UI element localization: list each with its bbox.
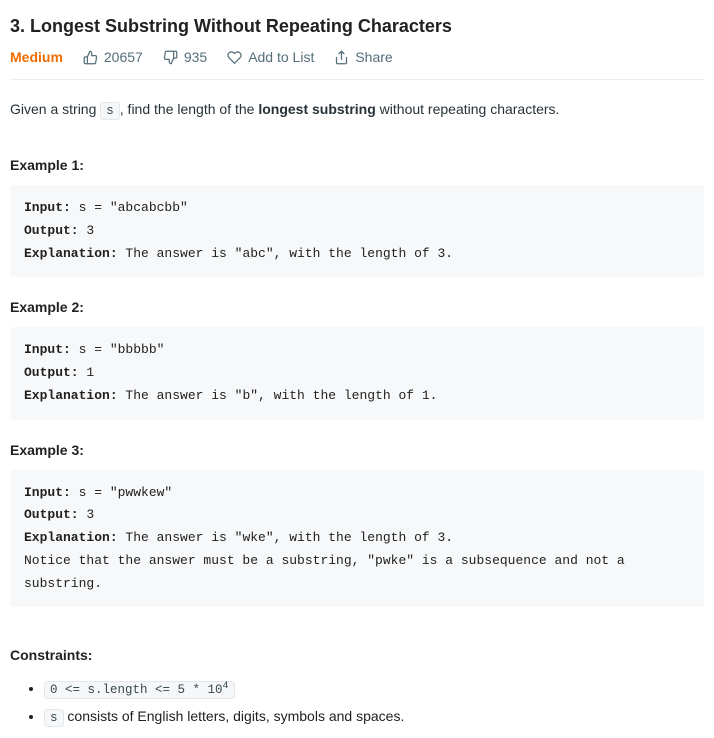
inline-code: s (100, 102, 120, 120)
add-to-list-label: Add to List (248, 49, 314, 65)
example-value: The answer is "b", with the length of 1. (118, 388, 438, 403)
example-block: Input: s = "abcabcbb" Output: 3 Explanat… (10, 185, 704, 277)
constraint-item: s consists of English letters, digits, s… (44, 703, 704, 731)
example-value: 3 (79, 507, 95, 522)
example-label: Input: (24, 342, 71, 357)
example-heading: Example 3: (10, 442, 704, 458)
example-label: Output: (24, 223, 79, 238)
heart-icon (227, 50, 242, 65)
example-label: Explanation: (24, 530, 118, 545)
example-heading: Example 2: (10, 299, 704, 315)
example-value: s = "bbbbb" (71, 342, 165, 357)
example-label: Explanation: (24, 246, 118, 261)
example-value: s = "pwwkew" (71, 485, 172, 500)
share-button[interactable]: Share (334, 49, 392, 65)
example-label: Explanation: (24, 388, 118, 403)
example-value: 1 (79, 365, 95, 380)
page-title: 3. Longest Substring Without Repeating C… (10, 16, 704, 37)
inline-code: s (44, 709, 64, 727)
example-block: Input: s = "bbbbb" Output: 1 Explanation… (10, 327, 704, 419)
inline-code: 0 <= s.length <= 5 * 104 (44, 681, 235, 699)
constraints-list: 0 <= s.length <= 5 * 104 s consists of En… (10, 675, 704, 731)
meta-row: Medium 20657 935 Add to List Share (10, 49, 704, 80)
like-count: 20657 (104, 49, 143, 65)
example-value: The answer is "abc", with the length of … (118, 246, 453, 261)
thumbs-up-icon (83, 50, 98, 65)
dislike-button[interactable]: 935 (163, 49, 207, 65)
problem-description: Given a string s, find the length of the… (10, 98, 704, 121)
example-value: 3 (79, 223, 95, 238)
share-icon (334, 50, 349, 65)
constraints-heading: Constraints: (10, 647, 704, 663)
add-to-list-button[interactable]: Add to List (227, 49, 314, 65)
like-button[interactable]: 20657 (83, 49, 143, 65)
example-label: Input: (24, 200, 71, 215)
dislike-count: 935 (184, 49, 207, 65)
example-label: Output: (24, 507, 79, 522)
difficulty-label: Medium (10, 49, 63, 65)
example-heading: Example 1: (10, 157, 704, 173)
example-label: Input: (24, 485, 71, 500)
constraint-item: 0 <= s.length <= 5 * 104 (44, 675, 704, 703)
example-value: s = "abcabcbb" (71, 200, 188, 215)
share-label: Share (355, 49, 392, 65)
example-block: Input: s = "pwwkew" Output: 3 Explanatio… (10, 470, 704, 608)
thumbs-down-icon (163, 50, 178, 65)
example-label: Output: (24, 365, 79, 380)
